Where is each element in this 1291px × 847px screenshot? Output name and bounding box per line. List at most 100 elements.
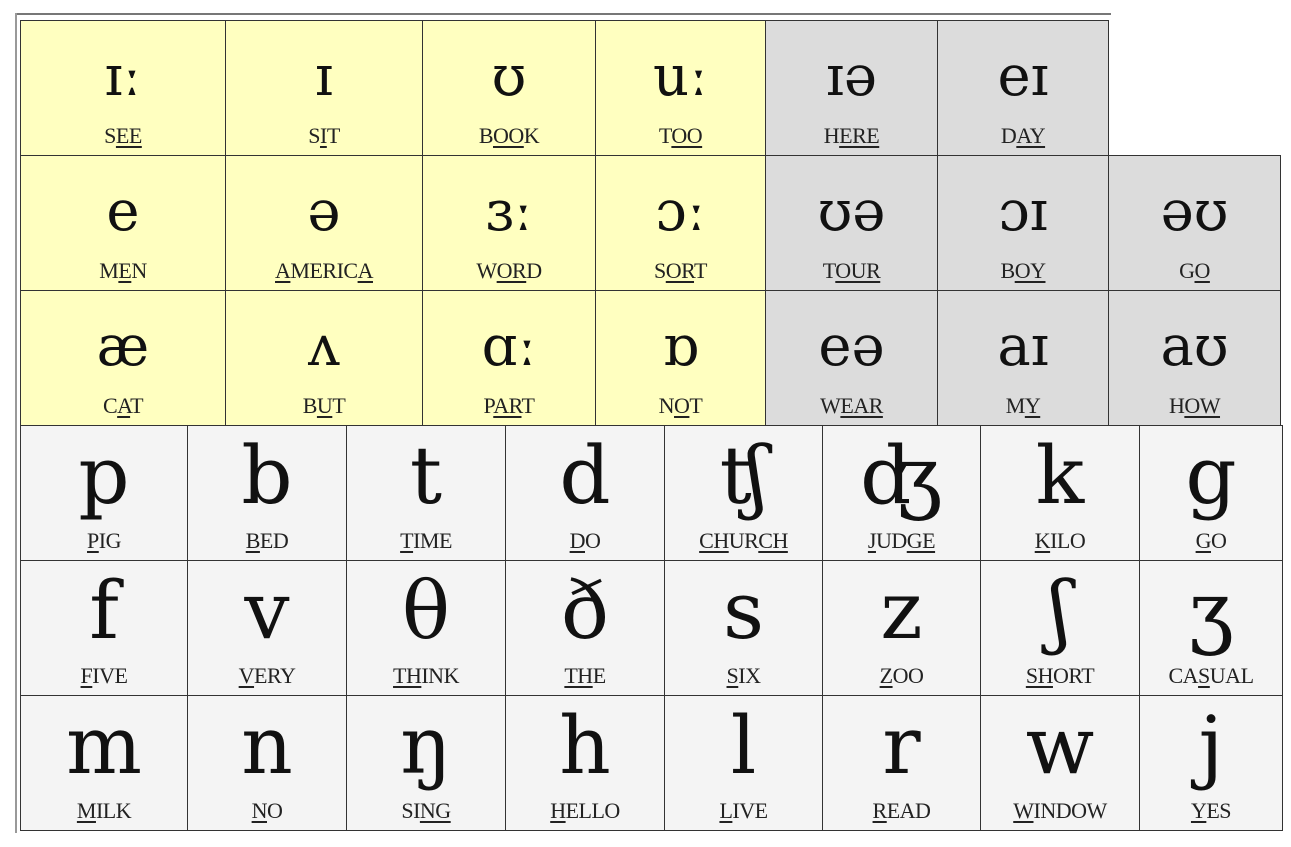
underlined-sound: ERE — [839, 123, 880, 148]
example-word: CAT — [21, 393, 225, 419]
consonant-cell: j YES — [1139, 695, 1283, 831]
example-word: NO — [188, 798, 346, 824]
monophthong-cell: uː TOO — [595, 20, 766, 156]
phoneme-symbol: ɜː — [485, 179, 533, 244]
underlined-sound: Z — [879, 663, 893, 688]
word-part: S — [654, 258, 666, 283]
word-part: ES — [1206, 798, 1232, 823]
consonant-cell: ŋ SING — [346, 695, 506, 831]
consonant-cell: w WINDOW — [980, 695, 1140, 831]
phoneme-symbol: d — [559, 429, 611, 522]
example-word: THE — [506, 663, 664, 689]
phoneme-symbol: æ — [96, 314, 150, 379]
underlined-sound: V — [238, 663, 255, 688]
word-part: E — [592, 663, 606, 688]
phoneme-symbol: ŋ — [400, 699, 452, 792]
phoneme-symbol: ʊə — [817, 179, 886, 244]
example-word: DO — [506, 528, 664, 554]
example-word: WEAR — [766, 393, 937, 419]
phoneme-symbol: g — [1185, 429, 1237, 522]
phoneme-symbol: b — [241, 429, 293, 522]
diphthong-cell: ʊə TOUR — [765, 155, 938, 291]
diphthong-cell: eə WEAR — [765, 290, 938, 426]
diphthong-cell: əʊ GO — [1108, 155, 1281, 291]
word-part: T — [130, 393, 144, 418]
word-part: IG — [98, 528, 122, 553]
underlined-sound: OY — [1014, 258, 1046, 283]
example-word: BOOK — [423, 123, 595, 149]
phoneme-symbol: m — [66, 699, 142, 792]
phoneme-symbol: eɪ — [997, 44, 1049, 109]
word-part: K — [523, 123, 540, 148]
example-word: BUT — [226, 393, 422, 419]
word-part: T — [822, 258, 836, 283]
table-left-border — [15, 13, 17, 833]
underlined-sound: OR — [665, 258, 695, 283]
underlined-sound: AY — [1016, 123, 1046, 148]
word-part: O — [267, 798, 283, 823]
word-part: INDOW — [1033, 798, 1108, 823]
word-part: C — [102, 393, 118, 418]
underlined-sound: SH — [1025, 663, 1054, 688]
underlined-sound: U — [316, 393, 333, 418]
word-part: ERY — [254, 663, 296, 688]
word-part: ILK — [95, 798, 132, 823]
underlined-sound: S — [1198, 663, 1210, 688]
word-part: M — [99, 258, 119, 283]
diphthong-cell: aɪ MY — [937, 290, 1109, 426]
underlined-sound: OUR — [835, 258, 881, 283]
example-word: AMERICA — [226, 258, 422, 284]
phoneme-symbol: r — [882, 699, 921, 792]
consonant-cell: m MILK — [20, 695, 188, 831]
word-part: MERIC — [290, 258, 358, 283]
consonant-cell: f FIVE — [20, 560, 188, 696]
diphthong-cell: ɪə HERE — [765, 20, 938, 156]
word-part: IVE — [732, 798, 768, 823]
diphthong-cell: aʊ HOW — [1108, 290, 1281, 426]
example-word: BED — [188, 528, 346, 554]
word-part: O — [1211, 528, 1227, 553]
example-word: CASUAL — [1140, 663, 1282, 689]
word-part: N — [131, 258, 147, 283]
example-word: SHORT — [981, 663, 1139, 689]
word-part: OO — [892, 663, 924, 688]
table-top-border — [15, 13, 1111, 15]
underlined-sound: O — [1194, 258, 1211, 283]
consonant-cell: ð THE — [505, 560, 665, 696]
consonant-cell: g GO — [1139, 425, 1283, 561]
word-part: B — [302, 393, 318, 418]
phoneme-symbol: aʊ — [1160, 314, 1229, 379]
example-word: YES — [1140, 798, 1282, 824]
phoneme-symbol: z — [880, 564, 923, 657]
underlined-sound: OR — [496, 258, 527, 283]
word-part: T — [694, 258, 707, 283]
example-word: PART — [423, 393, 595, 419]
underlined-sound: EAR — [840, 393, 883, 418]
phoneme-symbol: ɔɪ — [998, 179, 1048, 244]
monophthong-cell: ʊ BOOK — [422, 20, 596, 156]
monophthong-cell: ɒ NOT — [595, 290, 766, 426]
phoneme-symbol: p — [78, 429, 130, 522]
phoneme-symbol: s — [722, 564, 765, 657]
phoneme-symbol: t — [409, 429, 443, 522]
consonant-cell: n NO — [187, 695, 347, 831]
underlined-sound: Y — [1024, 393, 1041, 418]
phoneme-symbol: ɑː — [481, 314, 537, 379]
phoneme-symbol: ʊ — [491, 44, 527, 109]
phoneme-symbol: ʒ — [1188, 564, 1234, 657]
example-word: FIVE — [21, 663, 187, 689]
underlined-sound: CH — [758, 528, 788, 553]
word-part: B — [478, 123, 494, 148]
word-part: H — [823, 123, 840, 148]
consonant-cell: d DO — [505, 425, 665, 561]
example-word: PIG — [21, 528, 187, 554]
example-word: GO — [1140, 528, 1282, 554]
phoneme-symbol: ð — [560, 564, 610, 657]
word-part: H — [1168, 393, 1185, 418]
underlined-sound: F — [80, 663, 93, 688]
example-word: LIVE — [665, 798, 822, 824]
example-word: WINDOW — [981, 798, 1139, 824]
word-part: ED — [259, 528, 289, 553]
underlined-sound: NG — [419, 798, 451, 823]
underlined-sound: K — [1034, 528, 1051, 553]
